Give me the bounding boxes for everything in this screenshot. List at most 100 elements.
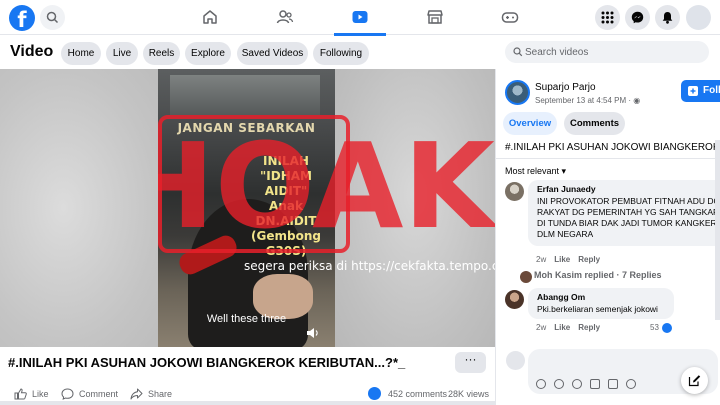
avatar-sticker-icon[interactable] bbox=[536, 379, 546, 389]
search-videos-box[interactable] bbox=[505, 41, 709, 63]
author-name[interactable]: Suparjo Parjo bbox=[535, 82, 596, 93]
post-date: September 13 at 4:54 PM · ◉ bbox=[535, 96, 641, 105]
menu-button[interactable] bbox=[595, 5, 620, 30]
search-icon bbox=[513, 47, 523, 57]
comment-text-line: Pki.berkeliaran semenjak jokowi bbox=[537, 304, 658, 314]
add-friend-icon bbox=[688, 86, 698, 96]
chevron-down-icon: ▾ bbox=[561, 166, 567, 176]
more-options-button[interactable]: ··· bbox=[455, 352, 486, 373]
hoaks-stamp-text: HOAKS bbox=[158, 117, 538, 253]
tab-overview[interactable]: Overview bbox=[503, 112, 557, 135]
post-details-panel: Suparjo Parjo September 13 at 4:54 PM · … bbox=[495, 69, 720, 405]
comment-meta: 2w Like Reply bbox=[536, 255, 600, 264]
video-blur-left bbox=[0, 69, 158, 347]
attach-icon[interactable] bbox=[626, 379, 636, 389]
gaming-icon bbox=[501, 12, 519, 23]
share-icon bbox=[130, 388, 143, 400]
comment-author[interactable]: Erfan Junaedy bbox=[537, 184, 596, 194]
search-videos-input[interactable] bbox=[525, 41, 705, 63]
comments-count[interactable]: 452 comments bbox=[388, 386, 447, 402]
verify-link-text: segera periksa di https://cekfakta.tempo… bbox=[244, 259, 506, 273]
comment-like-link[interactable]: Like bbox=[554, 323, 570, 332]
horizontal-scrollbar[interactable] bbox=[0, 401, 495, 405]
new-message-button[interactable] bbox=[681, 367, 708, 394]
notifications-icon bbox=[662, 12, 673, 24]
compose-icon bbox=[688, 375, 701, 387]
ceiling-light bbox=[170, 75, 320, 115]
home-icon bbox=[203, 10, 217, 24]
comment-bubble: Abangg Om Pki.berkeliaran semenjak jokow… bbox=[528, 288, 674, 319]
tab-marketplace[interactable] bbox=[405, 0, 465, 35]
hoaks-stamp: HOAKS bbox=[158, 115, 538, 253]
like-button[interactable]: Like bbox=[14, 386, 54, 402]
sticker-icon[interactable] bbox=[572, 379, 582, 389]
comment-time: 2w bbox=[536, 323, 547, 332]
tab-friends[interactable] bbox=[255, 0, 315, 35]
comment-bubble: Erfan Junaedy INI PROVOKATOR PEMBUAT FIT… bbox=[528, 180, 720, 246]
comment-text-line: DI TUNDA BIAR DAK JADI TUMOR KANGKER bbox=[537, 218, 717, 228]
volume-icon[interactable] bbox=[306, 327, 320, 339]
pill-saved-videos[interactable]: Saved Videos bbox=[237, 42, 308, 65]
friends-icon bbox=[276, 10, 294, 24]
comment-meta: 2w Like Reply bbox=[536, 323, 600, 332]
share-button[interactable]: Share bbox=[130, 386, 180, 402]
post-title: #.INILAH PKI ASUHAN JOKOWI BIANGKEROK KE… bbox=[8, 355, 406, 370]
notifications-button[interactable] bbox=[655, 5, 680, 30]
search-button[interactable] bbox=[40, 5, 65, 30]
tab-home[interactable] bbox=[180, 0, 240, 35]
tab-gaming[interactable] bbox=[480, 0, 540, 35]
panel-scrollbar[interactable] bbox=[715, 140, 720, 320]
marketplace-icon bbox=[427, 10, 443, 24]
follow-button[interactable]: Follow bbox=[681, 80, 720, 102]
share-label: Share bbox=[148, 389, 173, 399]
pill-live[interactable]: Live bbox=[106, 42, 138, 65]
follow-label: Follow bbox=[703, 85, 720, 96]
tab-comments[interactable]: Comments bbox=[564, 112, 625, 135]
divider bbox=[496, 158, 720, 159]
reply-avatar bbox=[520, 271, 532, 283]
emoji-icon[interactable] bbox=[554, 379, 564, 389]
pill-following[interactable]: Following bbox=[313, 42, 369, 65]
top-navigation: f bbox=[0, 0, 720, 36]
commenter-avatar[interactable] bbox=[505, 290, 524, 309]
video-caption: Well these three bbox=[206, 313, 287, 325]
reaction-count: 53 bbox=[650, 323, 659, 332]
messenger-button[interactable] bbox=[625, 5, 650, 30]
pill-home[interactable]: Home bbox=[61, 42, 101, 65]
tab-video[interactable] bbox=[330, 0, 390, 36]
comment-reply-link[interactable]: Reply bbox=[578, 255, 600, 264]
pill-reels[interactable]: Reels bbox=[143, 42, 180, 65]
camera-icon[interactable] bbox=[590, 379, 600, 389]
commenter-avatar[interactable] bbox=[505, 182, 524, 201]
comment-text-line: INI PROVOKATOR PEMBUAT FITNAH ADU DOMBA bbox=[537, 196, 720, 206]
sort-dropdown[interactable]: Most relevant ▾ bbox=[505, 166, 566, 177]
page-title: Video bbox=[10, 43, 54, 60]
messenger-icon bbox=[631, 11, 644, 24]
thumbs-up-icon bbox=[14, 388, 27, 400]
comment-time: 2w bbox=[536, 255, 547, 264]
view-replies-link[interactable]: Moh Kasim replied · 7 Replies bbox=[534, 270, 662, 280]
author-avatar[interactable] bbox=[505, 80, 530, 105]
comment-text-line: RAKYAT DG PEMERINTAH YG SAH TANGKAP bbox=[537, 207, 719, 217]
comment-author[interactable]: Abangg Om bbox=[537, 292, 585, 302]
video-icon bbox=[352, 11, 368, 23]
menu-grid-icon bbox=[601, 11, 614, 24]
post-text: #.INILAH PKI ASUHAN JOKOWI BIANGKEROK KE… bbox=[505, 142, 720, 153]
video-header: Video Home Live Reels Explore Saved Vide… bbox=[0, 36, 495, 69]
facebook-video-page: f Video Home Live Reels Explore Saved Vi… bbox=[0, 0, 720, 405]
views-count: 28K views bbox=[448, 389, 490, 399]
profile-avatar[interactable] bbox=[686, 5, 711, 30]
comment-like-link[interactable]: Like bbox=[554, 255, 570, 264]
comment-icon bbox=[61, 388, 74, 400]
comment-text-line: DLM NEGARA bbox=[537, 229, 594, 239]
pill-explore[interactable]: Explore bbox=[185, 42, 231, 65]
facebook-logo[interactable]: f bbox=[9, 5, 35, 31]
sort-label: Most relevant bbox=[505, 166, 560, 176]
search-icon bbox=[46, 11, 59, 24]
like-label: Like bbox=[32, 389, 49, 399]
comment-reply-link[interactable]: Reply bbox=[578, 323, 600, 332]
like-reaction-badge bbox=[368, 387, 381, 400]
gif-icon[interactable] bbox=[608, 379, 618, 389]
comment-label: Comment bbox=[79, 389, 119, 399]
comment-button[interactable]: Comment bbox=[61, 386, 121, 402]
